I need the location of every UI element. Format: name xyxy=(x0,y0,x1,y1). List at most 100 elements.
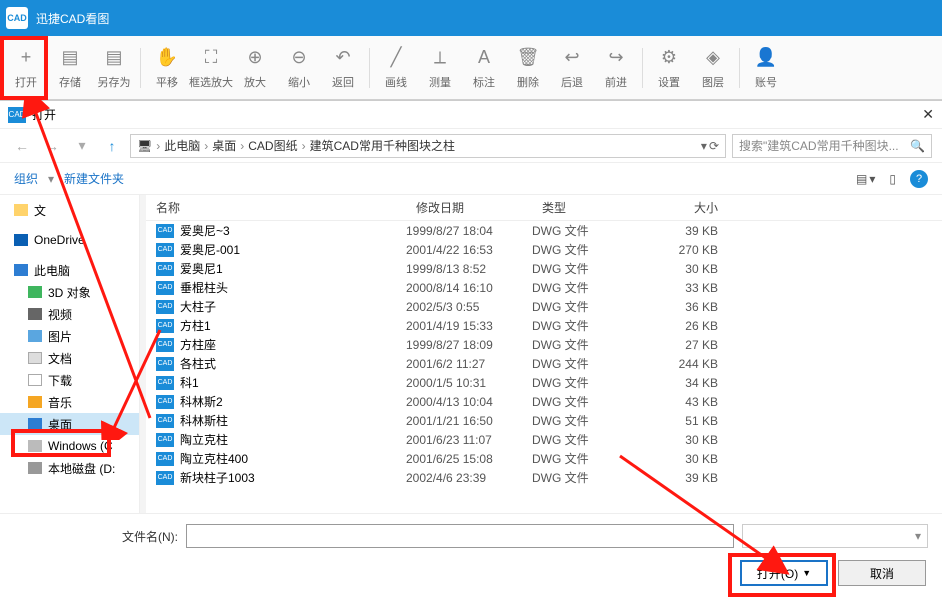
organize-menu[interactable]: 组织 xyxy=(14,170,38,187)
preview-pane-button[interactable]: ▯ xyxy=(889,172,896,186)
打开-icon: + xyxy=(14,46,38,70)
file-row[interactable]: CAD方柱座1999/8/27 18:09DWG 文件27 KB xyxy=(146,335,942,354)
toolbar-框选放大[interactable]: ⛶框选放大 xyxy=(189,39,233,97)
breadcrumb-segment[interactable]: 建筑CAD常用千种图块之柱 xyxy=(310,137,455,154)
search-icon[interactable]: 🔍 xyxy=(910,139,925,153)
toolbar-打开[interactable]: +打开 xyxy=(4,39,48,97)
toolbar-画线[interactable]: ╱画线 xyxy=(374,39,418,97)
file-row[interactable]: CAD爱奥尼-0012001/4/22 16:53DWG 文件270 KB xyxy=(146,240,942,259)
toolbar-平移[interactable]: ✋平移 xyxy=(145,39,189,97)
file-row[interactable]: CAD垂棍柱头2000/8/14 16:10DWG 文件33 KB xyxy=(146,278,942,297)
folder-icon xyxy=(28,396,42,408)
breadcrumb-segment[interactable]: 桌面 xyxy=(212,137,236,154)
tree-item-文[interactable]: 文 xyxy=(0,199,139,221)
toolbar-设置[interactable]: ⚙设置 xyxy=(647,39,691,97)
view-mode-button[interactable]: ▤▾ xyxy=(856,172,875,186)
tree-item-Windows (C[interactable]: Windows (C xyxy=(0,435,139,457)
folder-icon xyxy=(28,286,42,298)
folder-icon xyxy=(14,264,28,276)
tree-item-视频[interactable]: 视频 xyxy=(0,303,139,325)
nav-up-button[interactable]: ↑ xyxy=(100,134,124,158)
file-row[interactable]: CAD大柱子2002/5/3 0:55DWG 文件36 KB xyxy=(146,297,942,316)
file-row[interactable]: CAD陶立克柱2001/6/23 11:07DWG 文件30 KB xyxy=(146,430,942,449)
col-name[interactable]: 名称 xyxy=(146,199,406,216)
后退-icon: ↩ xyxy=(560,46,584,70)
dialog-titlebar: CAD 打开 ✕ xyxy=(0,101,942,129)
new-folder-button[interactable]: 新建文件夹 xyxy=(64,170,124,187)
app-title: 迅捷CAD看图 xyxy=(36,10,109,27)
col-size[interactable]: 大小 xyxy=(638,199,738,216)
tree-item-此电脑[interactable]: 此电脑 xyxy=(0,259,139,281)
dwg-file-icon: CAD xyxy=(156,452,174,466)
tree-item-3D 对象[interactable]: 3D 对象 xyxy=(0,281,139,303)
toolbar-测量[interactable]: ⟂测量 xyxy=(418,39,462,97)
folder-icon xyxy=(28,462,42,474)
breadcrumb-refresh-icon[interactable]: ⟳ xyxy=(709,139,719,153)
tree-item-下载[interactable]: 下载 xyxy=(0,369,139,391)
main-toolbar: +打开▤存储▤另存为✋平移⛶框选放大⊕放大⊖缩小↶返回╱画线⟂测量A标注🗑删除↩… xyxy=(0,36,942,100)
breadcrumb[interactable]: 🖥›此电脑›桌面›CAD图纸›建筑CAD常用千种图块之柱▾ ⟳ xyxy=(130,134,726,158)
file-row[interactable]: CAD爱奥尼11999/8/13 8:52DWG 文件30 KB xyxy=(146,259,942,278)
画线-icon: ╱ xyxy=(384,46,408,70)
toolbar-缩小[interactable]: ⊖缩小 xyxy=(277,39,321,97)
file-row[interactable]: CAD新块柱子10032002/4/6 23:39DWG 文件39 KB xyxy=(146,468,942,487)
dwg-file-icon: CAD xyxy=(156,338,174,352)
dwg-file-icon: CAD xyxy=(156,300,174,314)
tree-item-OneDrive[interactable]: OneDrive xyxy=(0,229,139,251)
dwg-file-icon: CAD xyxy=(156,357,174,371)
folder-icon xyxy=(28,374,42,386)
dialog-title: 打开 xyxy=(32,106,56,123)
help-icon[interactable]: ? xyxy=(910,170,928,188)
toolbar-后退[interactable]: ↩后退 xyxy=(550,39,594,97)
file-row[interactable]: CAD各柱式2001/6/2 11:27DWG 文件244 KB xyxy=(146,354,942,373)
toolbar-返回[interactable]: ↶返回 xyxy=(321,39,365,97)
col-date[interactable]: 修改日期 xyxy=(406,199,532,216)
tree-item-本地磁盘 (D:[interactable]: 本地磁盘 (D: xyxy=(0,457,139,479)
search-input[interactable]: 搜索"建筑CAD常用千种图块... 🔍 xyxy=(732,134,932,158)
file-filter-dropdown[interactable]: ▾ xyxy=(742,524,928,548)
file-row[interactable]: CAD科12000/1/5 10:31DWG 文件34 KB xyxy=(146,373,942,392)
breadcrumb-dropdown-icon[interactable]: ▾ xyxy=(701,139,707,153)
breadcrumb-segment[interactable]: 此电脑 xyxy=(164,137,200,154)
file-row[interactable]: CAD爱奥尼~31999/8/27 18:04DWG 文件39 KB xyxy=(146,221,942,240)
breadcrumb-segment[interactable]: CAD图纸 xyxy=(248,137,297,154)
tree-item-图片[interactable]: 图片 xyxy=(0,325,139,347)
toolbar-放大[interactable]: ⊕放大 xyxy=(233,39,277,97)
file-row[interactable]: CAD方柱12001/4/19 15:33DWG 文件26 KB xyxy=(146,316,942,335)
nav-back-button[interactable]: ← xyxy=(10,134,34,158)
toolbar-前进[interactable]: ↪前进 xyxy=(594,39,638,97)
col-type[interactable]: 类型 xyxy=(532,199,638,216)
toolbar-标注[interactable]: A标注 xyxy=(462,39,506,97)
folder-icon xyxy=(28,330,42,342)
平移-icon: ✋ xyxy=(155,46,179,70)
open-button[interactable]: 打开(O)▼ xyxy=(740,560,828,586)
toolbar-存储[interactable]: ▤存储 xyxy=(48,39,92,97)
cancel-button[interactable]: 取消 xyxy=(838,560,926,586)
close-icon[interactable]: ✕ xyxy=(922,106,934,123)
dwg-file-icon: CAD xyxy=(156,262,174,276)
toolbar-另存为[interactable]: ▤另存为 xyxy=(92,39,136,97)
dwg-file-icon: CAD xyxy=(156,224,174,238)
另存为-icon: ▤ xyxy=(102,46,126,70)
toolbar-删除[interactable]: 🗑删除 xyxy=(506,39,550,97)
dwg-file-icon: CAD xyxy=(156,243,174,257)
folder-icon xyxy=(28,418,42,430)
设置-icon: ⚙ xyxy=(657,46,681,70)
tree-item-音乐[interactable]: 音乐 xyxy=(0,391,139,413)
file-row[interactable]: CAD科林斯柱2001/1/21 16:50DWG 文件51 KB xyxy=(146,411,942,430)
folder-icon xyxy=(14,204,28,216)
file-list-header: 名称 修改日期 类型 大小 xyxy=(146,195,942,221)
nav-recent-dropdown[interactable]: ▾ xyxy=(70,134,94,158)
tree-item-桌面[interactable]: 桌面 xyxy=(0,413,139,435)
file-row[interactable]: CAD科林斯22000/4/13 10:04DWG 文件43 KB xyxy=(146,392,942,411)
toolbar-图层[interactable]: ◈图层 xyxy=(691,39,735,97)
file-row[interactable]: CAD陶立克柱4002001/6/25 15:08DWG 文件30 KB xyxy=(146,449,942,468)
folder-icon xyxy=(28,308,42,320)
toolbar-账号[interactable]: 👤账号 xyxy=(744,39,788,97)
file-list: 名称 修改日期 类型 大小 CAD爱奥尼~31999/8/27 18:04DWG… xyxy=(146,195,942,513)
navigation-bar: ← → ▾ ↑ 🖥›此电脑›桌面›CAD图纸›建筑CAD常用千种图块之柱▾ ⟳ … xyxy=(0,129,942,163)
folder-icon xyxy=(28,440,42,452)
filename-input[interactable] xyxy=(186,524,734,548)
tree-item-文档[interactable]: 文档 xyxy=(0,347,139,369)
nav-forward-button: → xyxy=(40,134,64,158)
